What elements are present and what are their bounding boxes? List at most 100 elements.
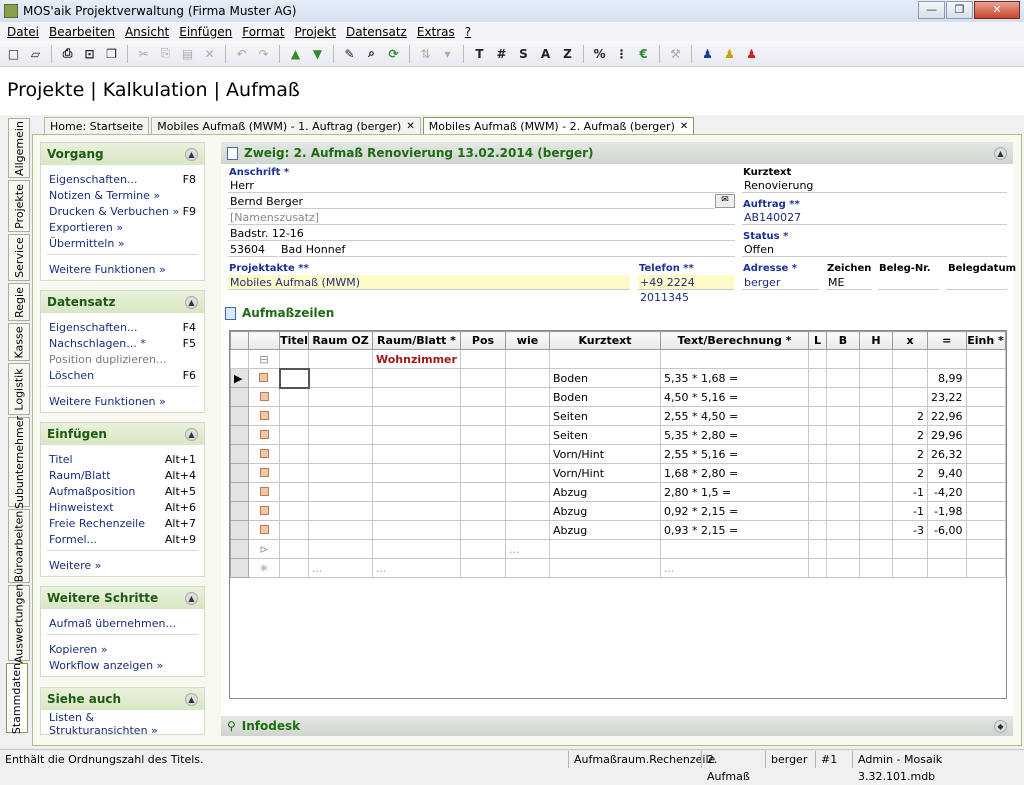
- table-row[interactable]: Seiten 5,35 * 2,80 = 2 29,96: [230, 425, 1006, 445]
- table-row[interactable]: Abzug 2,80 * 1,5 = -1 -4,20: [230, 482, 1006, 502]
- undo-icon[interactable]: ↶: [232, 44, 251, 63]
- edit-pencil-icon[interactable]: ✎: [340, 44, 359, 63]
- status-field[interactable]: Offen: [742, 242, 1007, 257]
- menu-bearbeiten[interactable]: Bearbeiten: [44, 25, 120, 39]
- titel-cell[interactable]: [278, 367, 310, 389]
- tools-icon[interactable]: ⚒: [666, 44, 685, 63]
- new-row[interactable]: ⊳ ...: [230, 539, 1006, 559]
- open-icon[interactable]: ▱: [26, 44, 45, 63]
- close-button[interactable]: ✕: [974, 1, 1020, 19]
- kurztext-field[interactable]: Renovierung: [742, 178, 1007, 193]
- adresse-field[interactable]: berger: [742, 275, 819, 290]
- close-icon[interactable]: ✕: [406, 121, 414, 132]
- arrow-up-icon[interactable]: ▲: [286, 44, 305, 63]
- col-result[interactable]: =: [927, 331, 967, 350]
- group-row[interactable]: ⊟ Wohnzimmer: [230, 349, 1006, 369]
- siehe-auch-header[interactable]: Siehe auch ▲: [41, 688, 204, 710]
- infodesk-header[interactable]: ⚲ Infodesk ◆: [221, 716, 1013, 736]
- vtab-logistik[interactable]: Logistik: [8, 363, 30, 415]
- task-item[interactable]: Nachschlagen... * F5: [41, 335, 204, 351]
- x-cell[interactable]: 2: [892, 444, 928, 464]
- x-cell[interactable]: -3: [892, 520, 928, 540]
- x-cell[interactable]: -1: [892, 482, 928, 502]
- vtab-auswertungen[interactable]: Auswertungen: [8, 583, 30, 663]
- collapse-icon[interactable]: ▲: [185, 591, 198, 605]
- x-cell[interactable]: [892, 368, 928, 388]
- menu-datensatz[interactable]: Datensatz: [341, 25, 412, 39]
- berechnung-cell[interactable]: 0,93 * 2,15 =: [660, 520, 809, 540]
- paste-icon[interactable]: ▤: [178, 44, 197, 63]
- berechnung-cell[interactable]: 0,92 * 2,15 =: [660, 501, 809, 521]
- minimize-button[interactable]: —: [918, 1, 945, 19]
- copy-icon[interactable]: ⎘: [156, 44, 175, 63]
- belegnr-field[interactable]: [878, 275, 939, 290]
- projektakte-field[interactable]: Mobiles Aufmaß (MWM): [228, 275, 630, 290]
- vtab-regie[interactable]: Regie: [8, 283, 30, 321]
- task-item[interactable]: Drucken & Verbuchen » F9: [41, 203, 204, 219]
- task-item[interactable]: Titel Alt+1: [41, 451, 204, 467]
- x-cell[interactable]: -1: [892, 501, 928, 521]
- col-h[interactable]: H: [859, 331, 893, 350]
- zeichen-field[interactable]: ME: [826, 275, 872, 290]
- new-row[interactable]: ✳ ... ... ...: [230, 558, 1006, 578]
- tab-aufmass[interactable]: Mobiles Aufmaß (MWM) - 2. Aufmaß (berger…: [422, 117, 695, 135]
- numbering-icon[interactable]: ⋮: [612, 44, 631, 63]
- kurztext-cell[interactable]: Vorn/Hint: [549, 444, 661, 464]
- collapse-icon[interactable]: ▲: [185, 295, 198, 309]
- col-l[interactable]: L: [808, 331, 827, 350]
- vtab-stammdaten[interactable]: Stammdaten: [6, 662, 28, 734]
- task-item[interactable]: Hinweistext Alt+6: [41, 499, 204, 515]
- task-item[interactable]: Position duplizieren...: [41, 351, 204, 367]
- collapse-icon[interactable]: ▲: [994, 146, 1007, 160]
- task-item[interactable]: Eigenschaften... F8: [41, 171, 204, 187]
- redo-icon[interactable]: ↷: [254, 44, 273, 63]
- task-item[interactable]: Listen & Strukturansichten »: [41, 711, 204, 737]
- tab-auftrag[interactable]: Mobiles Aufmaß (MWM) - 1. Auftrag (berge…: [151, 117, 421, 135]
- kurztext-cell[interactable]: Abzug: [549, 501, 661, 521]
- task-item[interactable]: Aufmaß übernehmen...: [41, 615, 204, 631]
- col-titel[interactable]: Titel: [279, 331, 309, 350]
- user-red-icon[interactable]: ♟: [742, 44, 761, 63]
- collapse-icon[interactable]: ▲: [185, 692, 198, 706]
- kurztext-cell[interactable]: Seiten: [549, 425, 661, 445]
- table-row[interactable]: Boden 4,50 * 5,16 = 23,22: [230, 387, 1006, 407]
- task-item[interactable]: Raum/Blatt Alt+4: [41, 467, 204, 483]
- vtab-subunternehmer[interactable]: Subunternehmer: [8, 415, 30, 509]
- preview-icon[interactable]: ⊡: [80, 44, 99, 63]
- berechnung-cell[interactable]: 2,80 * 1,5 =: [660, 482, 809, 502]
- plz-field[interactable]: 53604: [228, 242, 278, 257]
- table-row[interactable]: Seiten 2,55 * 4,50 = 2 22,96: [230, 406, 1006, 426]
- menu-format[interactable]: Format: [237, 25, 289, 39]
- menu-einfuegen[interactable]: Einfügen: [174, 25, 237, 39]
- x-cell[interactable]: 2: [892, 406, 928, 426]
- more-link[interactable]: Weitere »: [41, 557, 204, 573]
- table-row[interactable]: Vorn/Hint 1,68 * 2,80 = 2 9,40: [230, 463, 1006, 483]
- col-einheit[interactable]: Einh *: [965, 331, 1006, 350]
- vtab-allgemein[interactable]: Allgemein: [8, 118, 30, 178]
- percent-button[interactable]: %: [590, 44, 609, 63]
- format-s-button[interactable]: S: [514, 44, 533, 63]
- namenszusatz-field[interactable]: [Namenszusatz]: [228, 210, 735, 225]
- task-item[interactable]: Löschen F6: [41, 367, 204, 383]
- vtab-kasse[interactable]: Kasse: [8, 323, 30, 361]
- print-icon[interactable]: ⎙: [58, 44, 77, 63]
- more-functions-link[interactable]: Weitere Funktionen »: [41, 261, 204, 277]
- task-item[interactable]: Freie Rechenzeile Alt+7: [41, 515, 204, 531]
- user-blue-icon[interactable]: ♟: [698, 44, 717, 63]
- col-text-berechnung[interactable]: Text/Berechnung *: [660, 331, 809, 350]
- aufmass-grid[interactable]: Titel Raum OZ Raum/Blatt * Pos wie Kurzt…: [229, 330, 1007, 699]
- zweig-header[interactable]: Zweig: 2. Aufmaß Renovierung 13.02.2014 …: [221, 142, 1013, 164]
- close-icon[interactable]: ✕: [680, 121, 688, 132]
- einfuegen-header[interactable]: Einfügen ▲: [41, 423, 204, 445]
- table-row[interactable]: Abzug 0,92 * 2,15 = -1 -1,98: [230, 501, 1006, 521]
- col-wie[interactable]: wie: [505, 331, 550, 350]
- copy-doc-icon[interactable]: ❐: [102, 44, 121, 63]
- berechnung-cell[interactable]: 5,35 * 1,68 =: [660, 368, 809, 388]
- task-item[interactable]: Übermitteln »: [41, 235, 204, 251]
- menu-datei[interactable]: Datei: [2, 25, 44, 39]
- belegdatum-field[interactable]: [946, 275, 1007, 290]
- berechnung-cell[interactable]: 1,68 * 2,80 =: [660, 463, 809, 483]
- kurztext-cell[interactable]: Seiten: [549, 406, 661, 426]
- cut-icon[interactable]: ✂: [134, 44, 153, 63]
- ort-field[interactable]: Bad Honnef: [279, 242, 735, 257]
